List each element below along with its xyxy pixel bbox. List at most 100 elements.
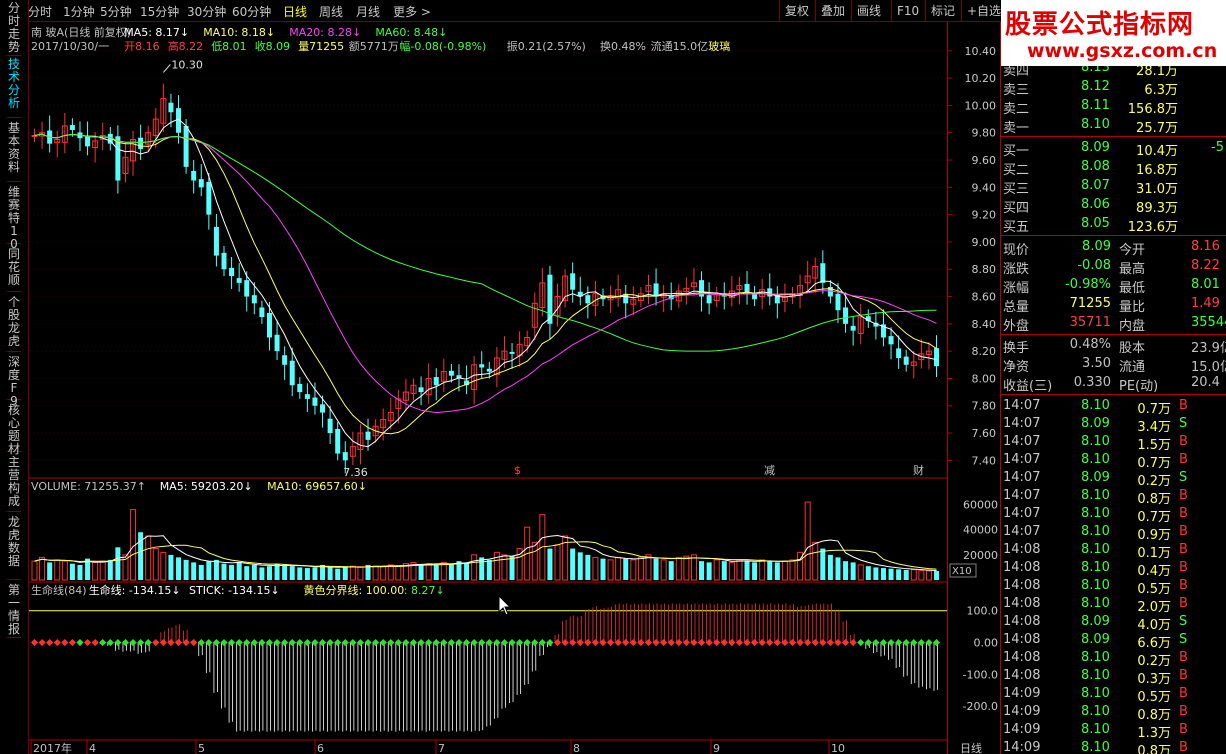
volume-bar (774, 562, 780, 580)
tick-direction: S (1179, 632, 1188, 647)
tool-button-4[interactable]: 标记 (925, 0, 960, 22)
stat-value: 35711 (1069, 315, 1111, 330)
tick-row: 14:09 8.10 0.8万 B (1001, 739, 1226, 754)
volume-bar (600, 558, 606, 580)
candle (236, 278, 242, 283)
buy-label: 买四 (1003, 201, 1030, 216)
period-tab-5[interactable]: 60分钟 (232, 3, 271, 20)
volume-bar (668, 561, 674, 580)
volume-header-1: MA5: 59203.20↓ (160, 480, 253, 493)
tool-button-3[interactable]: F10 (891, 0, 924, 22)
tick-row: 14:09 8.10 1.3万 B (1001, 721, 1226, 741)
stat-label: 涨幅 (1003, 281, 1030, 296)
left-tab-2[interactable]: 基本资料 (7, 120, 21, 182)
period-tab-3[interactable]: 15分钟 (140, 3, 179, 20)
sell-row-4: 卖一 8.10 25.7万 (1001, 116, 1226, 136)
candle (448, 370, 454, 376)
left-tab-10[interactable]: 第一情报 (7, 582, 21, 638)
volume-bar (425, 563, 432, 581)
indicator-axis-label: -100.0 (963, 668, 998, 681)
indicator-header-1: 生命线: -134.15↓ (89, 583, 181, 597)
tick-price: 8.10 (1081, 488, 1110, 503)
buy-row-4: 买五 8.05 123.6万 (1001, 215, 1226, 235)
tick-time: 14:07 (1003, 488, 1041, 503)
candle (213, 226, 219, 256)
tick-row: 14:08 8.10 0.3万 B (1001, 667, 1226, 687)
period-tab-4[interactable]: 30分钟 (187, 3, 226, 20)
volume-header-0: VOLUME: 71255.37↑ (31, 480, 146, 493)
stat-value: 23.9亿 (1191, 341, 1226, 356)
volume-bar (660, 559, 667, 581)
tick-direction: B (1179, 452, 1188, 467)
volume-bar (752, 562, 758, 580)
tool-button-0[interactable]: 复权 (779, 0, 814, 22)
volume-header-2: MA10: 69657.60↓ (267, 480, 367, 493)
left-tab-0[interactable]: 分时走势 (7, 0, 21, 56)
volume-bar (213, 559, 219, 580)
volume-bar (592, 556, 599, 581)
tick-row: 14:09 8.10 0.8万 B (1001, 703, 1226, 723)
signal-dot (99, 639, 107, 647)
x-label-6: 9 (713, 742, 720, 754)
event-marker-0: $ (514, 464, 521, 477)
signal-dot (61, 639, 69, 647)
period-tab-6[interactable]: 日线 (283, 3, 307, 20)
candle (433, 377, 439, 386)
candle (342, 452, 348, 461)
tick-price: 8.10 (1081, 506, 1110, 521)
left-tab-1[interactable]: 技术分析 (7, 56, 21, 118)
stat-value: 8.01 (1191, 277, 1220, 292)
kline-chart[interactable]: 10.30 7.36 $ 减 财 南 玻A(日线 前复权)MA5: 8.17↓ MA10: … (29, 22, 947, 754)
header-line2-7: 幅-0.08(-0.98%) (399, 40, 486, 53)
stat-value: 3.50 (1082, 356, 1111, 371)
candle (251, 295, 257, 304)
signal-dot (38, 639, 46, 647)
header-line2-3: 低8.01 (211, 40, 247, 53)
indicator-header-0: 生命线(84) (31, 583, 87, 597)
left-tab-4[interactable]: 同花顺 (7, 246, 21, 292)
tick-time: 14:08 (1003, 578, 1041, 593)
x-label-0: 2017年 (33, 741, 72, 754)
book-divider (1001, 136, 1226, 137)
candle (335, 428, 341, 454)
period-tab-2[interactable]: 5分钟 (100, 3, 132, 20)
left-tab-6[interactable]: 深度F9 (7, 354, 21, 408)
indicator-axis-label: 100.0 (967, 605, 999, 618)
period-tab-9[interactable]: 更多 > (393, 3, 431, 20)
sell-row-3: 卖二 8.11 156.8万 (1001, 97, 1226, 117)
tick-row: 14:07 8.10 0.9万 B (1001, 523, 1226, 543)
stat-label: 涨跌 (1003, 262, 1030, 277)
signal-dot (46, 639, 54, 647)
left-tab-9[interactable]: 龙虎数据 (7, 514, 21, 580)
volume-bar (448, 563, 454, 580)
stat-row-0: 现价 8.09 今开 8.16 (1001, 238, 1226, 258)
left-tab-3[interactable]: 维赛特10 (7, 184, 21, 251)
period-tab-7[interactable]: 周线 (319, 3, 343, 20)
left-tab-8[interactable]: 主营构成 (7, 454, 21, 512)
tick-time: 14:08 (1003, 650, 1041, 665)
tool-button-1[interactable]: 叠加 (815, 0, 850, 22)
period-tab-1[interactable]: 1分钟 (63, 3, 95, 20)
price-axis-label: 9.00 (972, 236, 997, 249)
tool-button-2[interactable]: 画线 (851, 0, 886, 22)
period-tab-0[interactable]: 分时 (28, 3, 52, 20)
volume-bar (115, 547, 121, 580)
period-label[interactable]: 日线 (960, 741, 982, 754)
tick-row: 14:07 8.10 1.5万 B (1001, 433, 1226, 453)
period-tab-8[interactable]: 月线 (356, 3, 380, 20)
stat-label: 总量 (1003, 300, 1030, 315)
left-tab-7[interactable]: 核心题材 (7, 402, 21, 456)
tool-button-5[interactable]: +自选 (961, 0, 1006, 22)
candle (820, 263, 826, 283)
tick-price: 8.10 (1081, 434, 1110, 449)
buy-row-3: 买四 8.06 89.3万 (1001, 196, 1226, 216)
left-tab-5[interactable]: 个股龙虎 (7, 294, 21, 352)
tick-price: 8.10 (1081, 740, 1110, 754)
candle (259, 307, 265, 318)
low-marker: 7.36 (343, 466, 368, 479)
volume-bar (107, 559, 113, 580)
ma10-line (34, 133, 937, 435)
stat-label: PE(动) (1119, 379, 1159, 394)
volume-bar (623, 558, 629, 580)
volume-bar (39, 556, 46, 581)
